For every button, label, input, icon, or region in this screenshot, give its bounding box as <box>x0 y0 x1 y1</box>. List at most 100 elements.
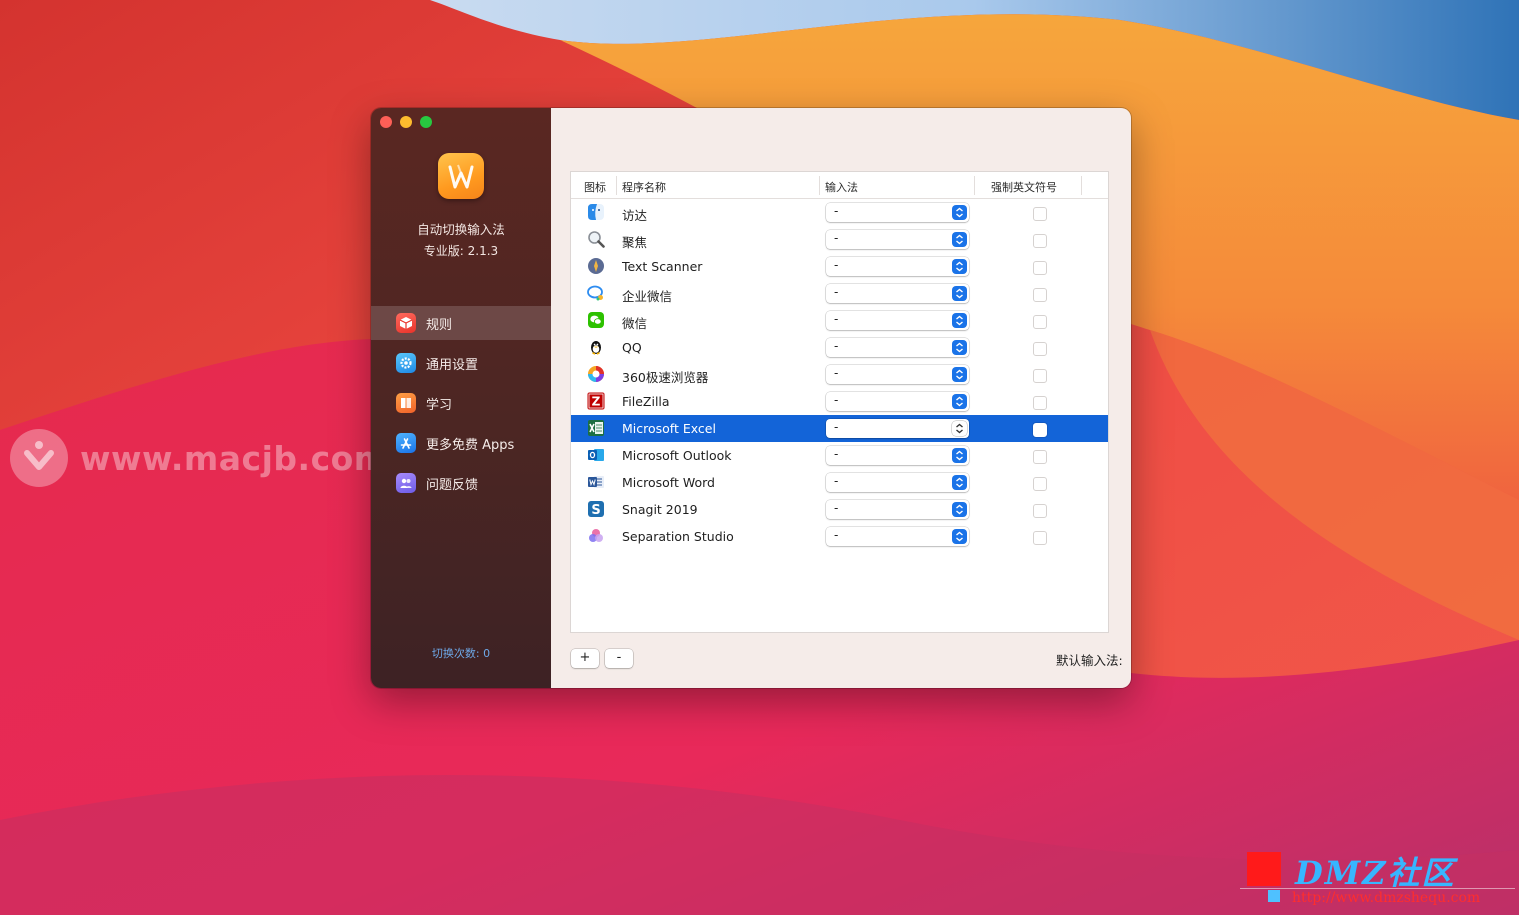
table-row[interactable]: Microsoft Outlook - <box>571 442 1108 469</box>
qq-icon <box>587 338 605 356</box>
input-method-select[interactable]: - <box>826 230 969 249</box>
select-value: - <box>834 258 839 272</box>
snagit-icon: S <box>587 500 605 518</box>
sidebar-item-learn[interactable]: 学习 <box>371 386 551 420</box>
table-row[interactable]: 360极速浏览器 - <box>571 361 1108 388</box>
table-row[interactable]: 微信 - <box>571 307 1108 334</box>
program-name: 企业微信 <box>622 289 673 304</box>
watermark-right: DMZ社区 http://www.dmzshequ.com <box>1240 850 1515 910</box>
force-english-checkbox[interactable] <box>1033 315 1047 329</box>
header-divider <box>974 176 975 195</box>
table-row[interactable]: 访达 - <box>571 199 1108 226</box>
input-method-select[interactable]: - <box>826 257 969 276</box>
updown-arrow-icon <box>952 502 967 517</box>
force-english-checkbox[interactable] <box>1033 396 1047 410</box>
app-name: 自动切换输入法 <box>417 222 505 237</box>
force-english-checkbox[interactable] <box>1033 369 1047 383</box>
program-name: 360极速浏览器 <box>622 370 709 385</box>
sidebar-nav: 规则 通用设置 学习 更多免费 Apps 问题反馈 <box>371 306 551 506</box>
input-method-select[interactable]: - <box>826 500 969 519</box>
updown-arrow-icon <box>952 259 967 274</box>
default-input-method-label: 默认输入法: <box>1056 653 1123 668</box>
zoom-window-button[interactable] <box>420 116 432 128</box>
table-row[interactable]: QQ - <box>571 334 1108 361</box>
input-method-select[interactable]: - <box>826 527 969 546</box>
sidebar-item-general-settings[interactable]: 通用设置 <box>371 346 551 380</box>
input-method-select[interactable]: - <box>826 473 969 492</box>
program-name: Microsoft Word <box>622 475 715 490</box>
updown-arrow-icon <box>952 232 967 247</box>
table-row[interactable]: 企业微信 - <box>571 280 1108 307</box>
sidebar-item-label: 通用设置 <box>426 357 479 373</box>
sidebar-item-rules[interactable]: 规则 <box>371 306 551 340</box>
force-english-checkbox[interactable] <box>1033 504 1047 518</box>
program-name: Microsoft Excel <box>622 421 716 436</box>
force-english-checkbox[interactable] <box>1033 261 1047 275</box>
sidebar-item-label: 规则 <box>426 317 453 333</box>
table-row[interactable]: Separation Studio - <box>571 523 1108 550</box>
updown-arrow-icon <box>952 286 967 301</box>
input-method-select[interactable]: - <box>826 419 969 438</box>
updown-arrow-icon <box>952 394 967 409</box>
sidebar-item-label: 学习 <box>426 397 453 413</box>
force-english-checkbox[interactable] <box>1033 450 1047 464</box>
header-divider <box>1081 176 1082 195</box>
gear-icon <box>396 353 416 373</box>
sidebar-item-label: 问题反馈 <box>426 477 479 493</box>
table-row-selected[interactable]: Microsoft Excel - <box>571 415 1108 442</box>
window-controls <box>380 116 432 128</box>
table-row[interactable]: S Snagit 2019 - <box>571 496 1108 523</box>
outlook-icon <box>587 446 605 464</box>
table-row[interactable]: Text Scanner - <box>571 253 1108 280</box>
select-value: - <box>834 393 839 407</box>
header-input-method[interactable]: 输入法 <box>825 179 858 195</box>
force-english-checkbox[interactable] <box>1033 207 1047 221</box>
svg-text:S: S <box>591 503 600 518</box>
force-english-checkbox[interactable] <box>1033 531 1047 545</box>
rules-cube-icon <box>396 313 416 333</box>
input-method-select[interactable]: - <box>826 365 969 384</box>
sidebar-item-label: 更多免费 Apps <box>426 437 515 453</box>
force-english-checkbox[interactable] <box>1033 234 1047 248</box>
force-english-checkbox[interactable] <box>1033 342 1047 356</box>
header-program-name[interactable]: 程序名称 <box>622 179 666 195</box>
spotlight-icon <box>587 230 605 248</box>
add-rule-button[interactable]: + <box>571 649 599 668</box>
force-english-checkbox[interactable] <box>1033 288 1047 302</box>
force-english-checkbox[interactable] <box>1033 477 1047 491</box>
header-icon: 图标 <box>584 181 606 194</box>
watermark-blue-square <box>1268 890 1280 902</box>
input-method-select[interactable]: - <box>826 284 969 303</box>
minimize-window-button[interactable] <box>400 116 412 128</box>
input-method-select[interactable]: - <box>826 392 969 411</box>
program-name: Separation Studio <box>622 529 734 544</box>
sidebar-item-feedback[interactable]: 问题反馈 <box>371 466 551 500</box>
table-row[interactable]: 聚焦 - <box>571 226 1108 253</box>
program-name: QQ <box>622 340 642 355</box>
program-name: Microsoft Outlook <box>622 448 732 463</box>
input-method-select[interactable]: - <box>826 203 969 222</box>
select-value: - <box>834 339 839 353</box>
svg-text:Z: Z <box>592 395 601 409</box>
program-name: Text Scanner <box>622 259 703 274</box>
program-name: 访达 <box>622 208 648 223</box>
input-method-select[interactable]: - <box>826 446 969 465</box>
book-icon <box>396 393 416 413</box>
remove-rule-button[interactable]: - <box>605 649 633 668</box>
sidebar-item-more-apps[interactable]: 更多免费 Apps <box>371 426 551 460</box>
input-method-select[interactable]: - <box>826 338 969 357</box>
header-force-english[interactable]: 强制英文符号 <box>991 179 1057 195</box>
select-value: - <box>834 231 839 245</box>
input-method-select[interactable]: - <box>826 311 969 330</box>
watermark-right-url: http://www.dmzshequ.com <box>1292 890 1481 906</box>
watermark-red-square <box>1247 852 1281 886</box>
excel-icon <box>587 419 605 437</box>
wechat-icon <box>587 311 605 329</box>
force-english-checkbox[interactable] <box>1033 423 1047 437</box>
main-panel: 图标 程序名称 输入法 强制英文符号 访达 - 聚焦 - Text Scanne… <box>551 108 1131 688</box>
table-row[interactable]: Microsoft Word - <box>571 469 1108 496</box>
watermark-logo-icon <box>10 429 68 487</box>
feedback-people-icon <box>396 473 416 493</box>
table-row[interactable]: Z FileZilla - <box>571 388 1108 415</box>
close-window-button[interactable] <box>380 116 392 128</box>
